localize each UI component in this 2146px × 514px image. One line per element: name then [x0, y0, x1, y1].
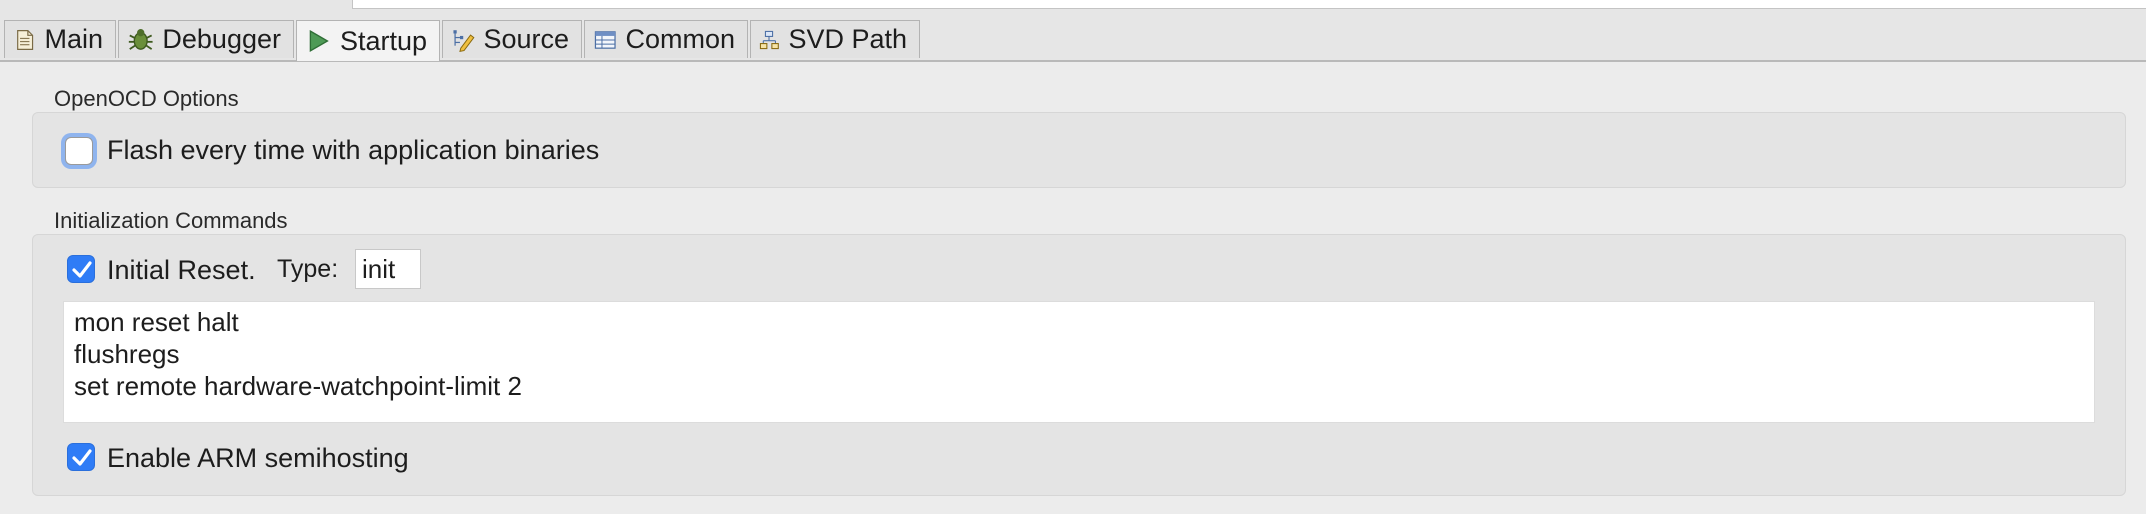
- table-icon: [594, 30, 616, 49]
- openocd-options-group: Flash every time with application binari…: [32, 112, 2126, 188]
- document-icon: [17, 29, 34, 50]
- flash-every-time-label: Flash every time with application binari…: [107, 135, 600, 165]
- tab-common[interactable]: Common: [584, 20, 748, 58]
- flash-every-time-checkbox[interactable]: [65, 137, 93, 165]
- command-line: mon reset halt: [74, 307, 239, 337]
- tab-main-label: Main: [44, 24, 103, 54]
- checkmark-icon: [72, 261, 92, 278]
- arm-semihosting-label: Enable ARM semihosting: [107, 443, 409, 473]
- initial-reset-checkbox[interactable]: [67, 255, 95, 283]
- launch-config-tabs: Main Debugger Startup Source Common SVD …: [0, 20, 2146, 62]
- initialization-commands-group: Initial Reset. Type: init mon reset halt…: [32, 234, 2126, 496]
- tab-svd-path-label: SVD Path: [788, 24, 907, 54]
- init-commands-textarea[interactable]: mon reset halt flushregs set remote hard…: [63, 301, 2095, 423]
- tab-debugger-label: Debugger: [162, 24, 281, 54]
- play-icon: [309, 29, 329, 53]
- source-edit-icon: [453, 29, 475, 52]
- tab-svd-path[interactable]: SVD Path: [750, 20, 920, 58]
- tab-common-label: Common: [625, 24, 735, 54]
- bug-icon: [128, 28, 153, 50]
- startup-tab-content: OpenOCD Options Flash every time with ap…: [0, 62, 2146, 514]
- initial-reset-label: Initial Reset.: [107, 255, 256, 285]
- command-line: set remote hardware-watchpoint-limit 2: [74, 371, 522, 401]
- initialization-commands-title: Initialization Commands: [54, 208, 288, 233]
- tab-debugger[interactable]: Debugger: [118, 20, 294, 58]
- checkmark-icon: [72, 449, 92, 466]
- reset-type-input[interactable]: init: [355, 249, 421, 289]
- top-field-strip: [0, 0, 2146, 20]
- name-field-edge[interactable]: [352, 0, 2146, 9]
- arm-semihosting-checkbox[interactable]: [67, 443, 95, 471]
- reset-type-label: Type:: [277, 255, 339, 283]
- tab-main[interactable]: Main: [4, 20, 116, 58]
- tab-source-label: Source: [483, 24, 569, 54]
- tab-startup[interactable]: Startup: [296, 20, 440, 61]
- tab-source[interactable]: Source: [442, 20, 582, 58]
- tree-icon: [759, 30, 779, 49]
- openocd-options-title: OpenOCD Options: [54, 86, 239, 111]
- tab-startup-label: Startup: [339, 25, 427, 56]
- command-line: flushregs: [74, 339, 180, 369]
